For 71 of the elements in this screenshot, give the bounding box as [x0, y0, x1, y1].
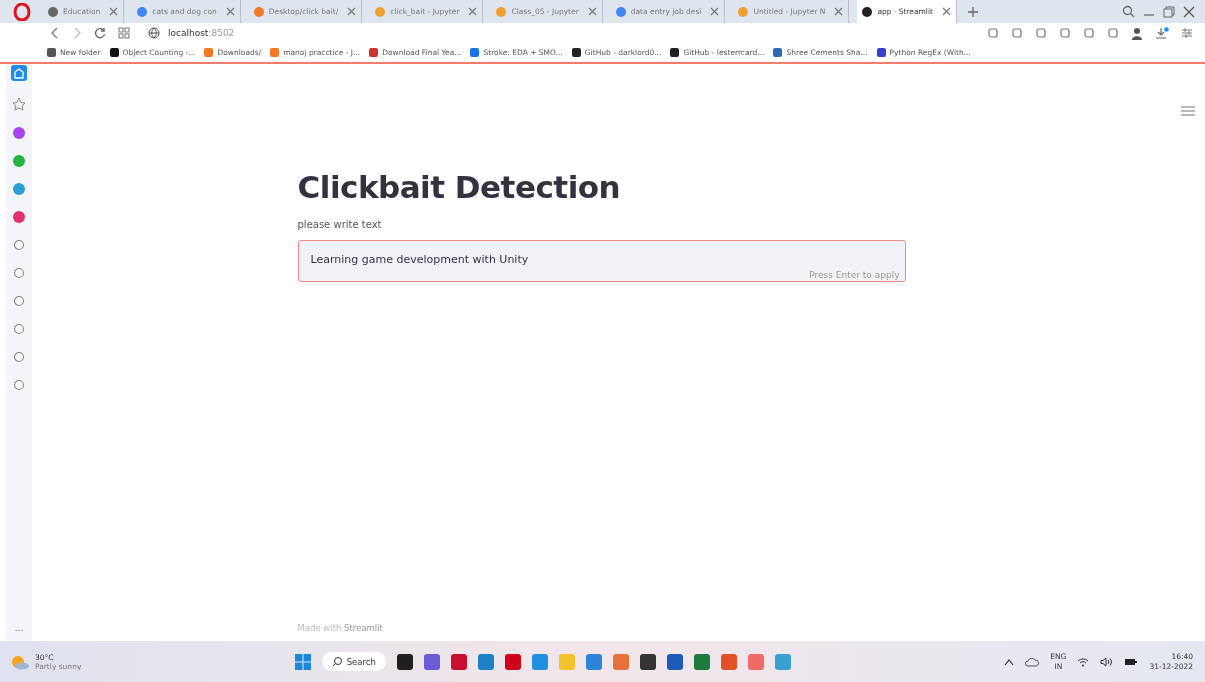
taskbar-app-icon[interactable]: [639, 653, 656, 670]
close-icon[interactable]: [587, 7, 597, 16]
start-icon[interactable]: [294, 653, 311, 670]
browser-logo-icon[interactable]: [13, 2, 31, 21]
bookmark-icon: [670, 48, 680, 57]
bookmark-icon: [47, 48, 56, 57]
settings-icon[interactable]: [1181, 27, 1193, 39]
bookmark-icon: [369, 48, 379, 57]
bookmark-icon: [773, 48, 783, 57]
sidebar-tool-icon[interactable]: [13, 323, 25, 335]
search-icon: [331, 656, 343, 667]
bookmark-icon: [270, 48, 280, 57]
star-icon[interactable]: [12, 97, 26, 111]
reload-icon[interactable]: [94, 27, 106, 39]
new-tab-icon[interactable]: [966, 5, 979, 18]
taskbar-app-icon[interactable]: [396, 653, 413, 670]
favicon-icon: [375, 6, 386, 17]
toolbar-icon[interactable]: [987, 27, 999, 39]
home-icon[interactable]: [11, 65, 27, 81]
text-input-field[interactable]: Learning game development with Unity Press Enter to apply: [297, 240, 906, 282]
footer-text: Made with Streamlit: [297, 623, 384, 633]
favicon-icon: [137, 6, 148, 17]
close-icon[interactable]: [710, 7, 720, 16]
bookmark-icon: [204, 48, 214, 57]
profile-icon[interactable]: [1131, 26, 1143, 40]
globe-icon: [148, 27, 160, 39]
toolbar-icon[interactable]: [1083, 27, 1095, 39]
sidebar-tool-icon[interactable]: [13, 295, 25, 307]
sidebar-tool-icon[interactable]: [13, 379, 25, 391]
toolbar-icon[interactable]: [1107, 27, 1119, 39]
bookmark-icon: [876, 48, 886, 57]
address-field[interactable]: localhost:8502: [168, 28, 235, 38]
search-field[interactable]: Search: [321, 652, 386, 671]
download-icon[interactable]: [1155, 26, 1169, 40]
menu-icon[interactable]: [1181, 106, 1195, 116]
favicon-icon: [862, 6, 873, 17]
close-icon[interactable]: [225, 7, 235, 16]
search-icon[interactable]: [1122, 5, 1135, 18]
forward-icon[interactable]: [72, 27, 82, 39]
restore-icon[interactable]: [1163, 5, 1175, 18]
close-icon[interactable]: [941, 7, 951, 16]
bookmark-icon: [470, 48, 480, 57]
favicon-icon: [253, 6, 264, 17]
sidebar-tool-icon[interactable]: [13, 267, 25, 279]
more-menu[interactable]: ...: [14, 623, 24, 633]
battery-icon[interactable]: [1124, 656, 1139, 667]
chevron-up-icon[interactable]: [1004, 657, 1015, 666]
toolbar-icon[interactable]: [1035, 27, 1047, 39]
close-icon[interactable]: [109, 7, 119, 16]
bookmark-icon: [571, 48, 581, 57]
favicon-icon: [738, 6, 749, 17]
sidebar-tool-icon[interactable]: [13, 351, 25, 363]
wifi-icon[interactable]: [1077, 656, 1090, 667]
cloud-icon[interactable]: [1025, 655, 1040, 668]
toolbar-icon[interactable]: [1011, 27, 1023, 39]
input-hint: Press Enter to apply: [809, 270, 900, 280]
page-title: Clickbait Detection: [297, 169, 622, 205]
toolbar-icon[interactable]: [1059, 27, 1071, 39]
bookmark-icon: [109, 48, 119, 57]
close-icon[interactable]: [347, 7, 357, 16]
back-icon[interactable]: [50, 27, 60, 39]
volume-icon[interactable]: [1100, 656, 1114, 667]
sidebar-tool-icon[interactable]: [13, 239, 25, 251]
close-icon[interactable]: [468, 7, 478, 16]
grid-icon[interactable]: [118, 27, 130, 39]
field-label: please write text: [297, 219, 383, 230]
close-icon[interactable]: [1183, 5, 1195, 18]
favicon-icon: [615, 6, 626, 17]
close-icon[interactable]: [834, 7, 844, 16]
favicon-icon: [48, 6, 58, 17]
favicon-icon: [496, 6, 507, 17]
